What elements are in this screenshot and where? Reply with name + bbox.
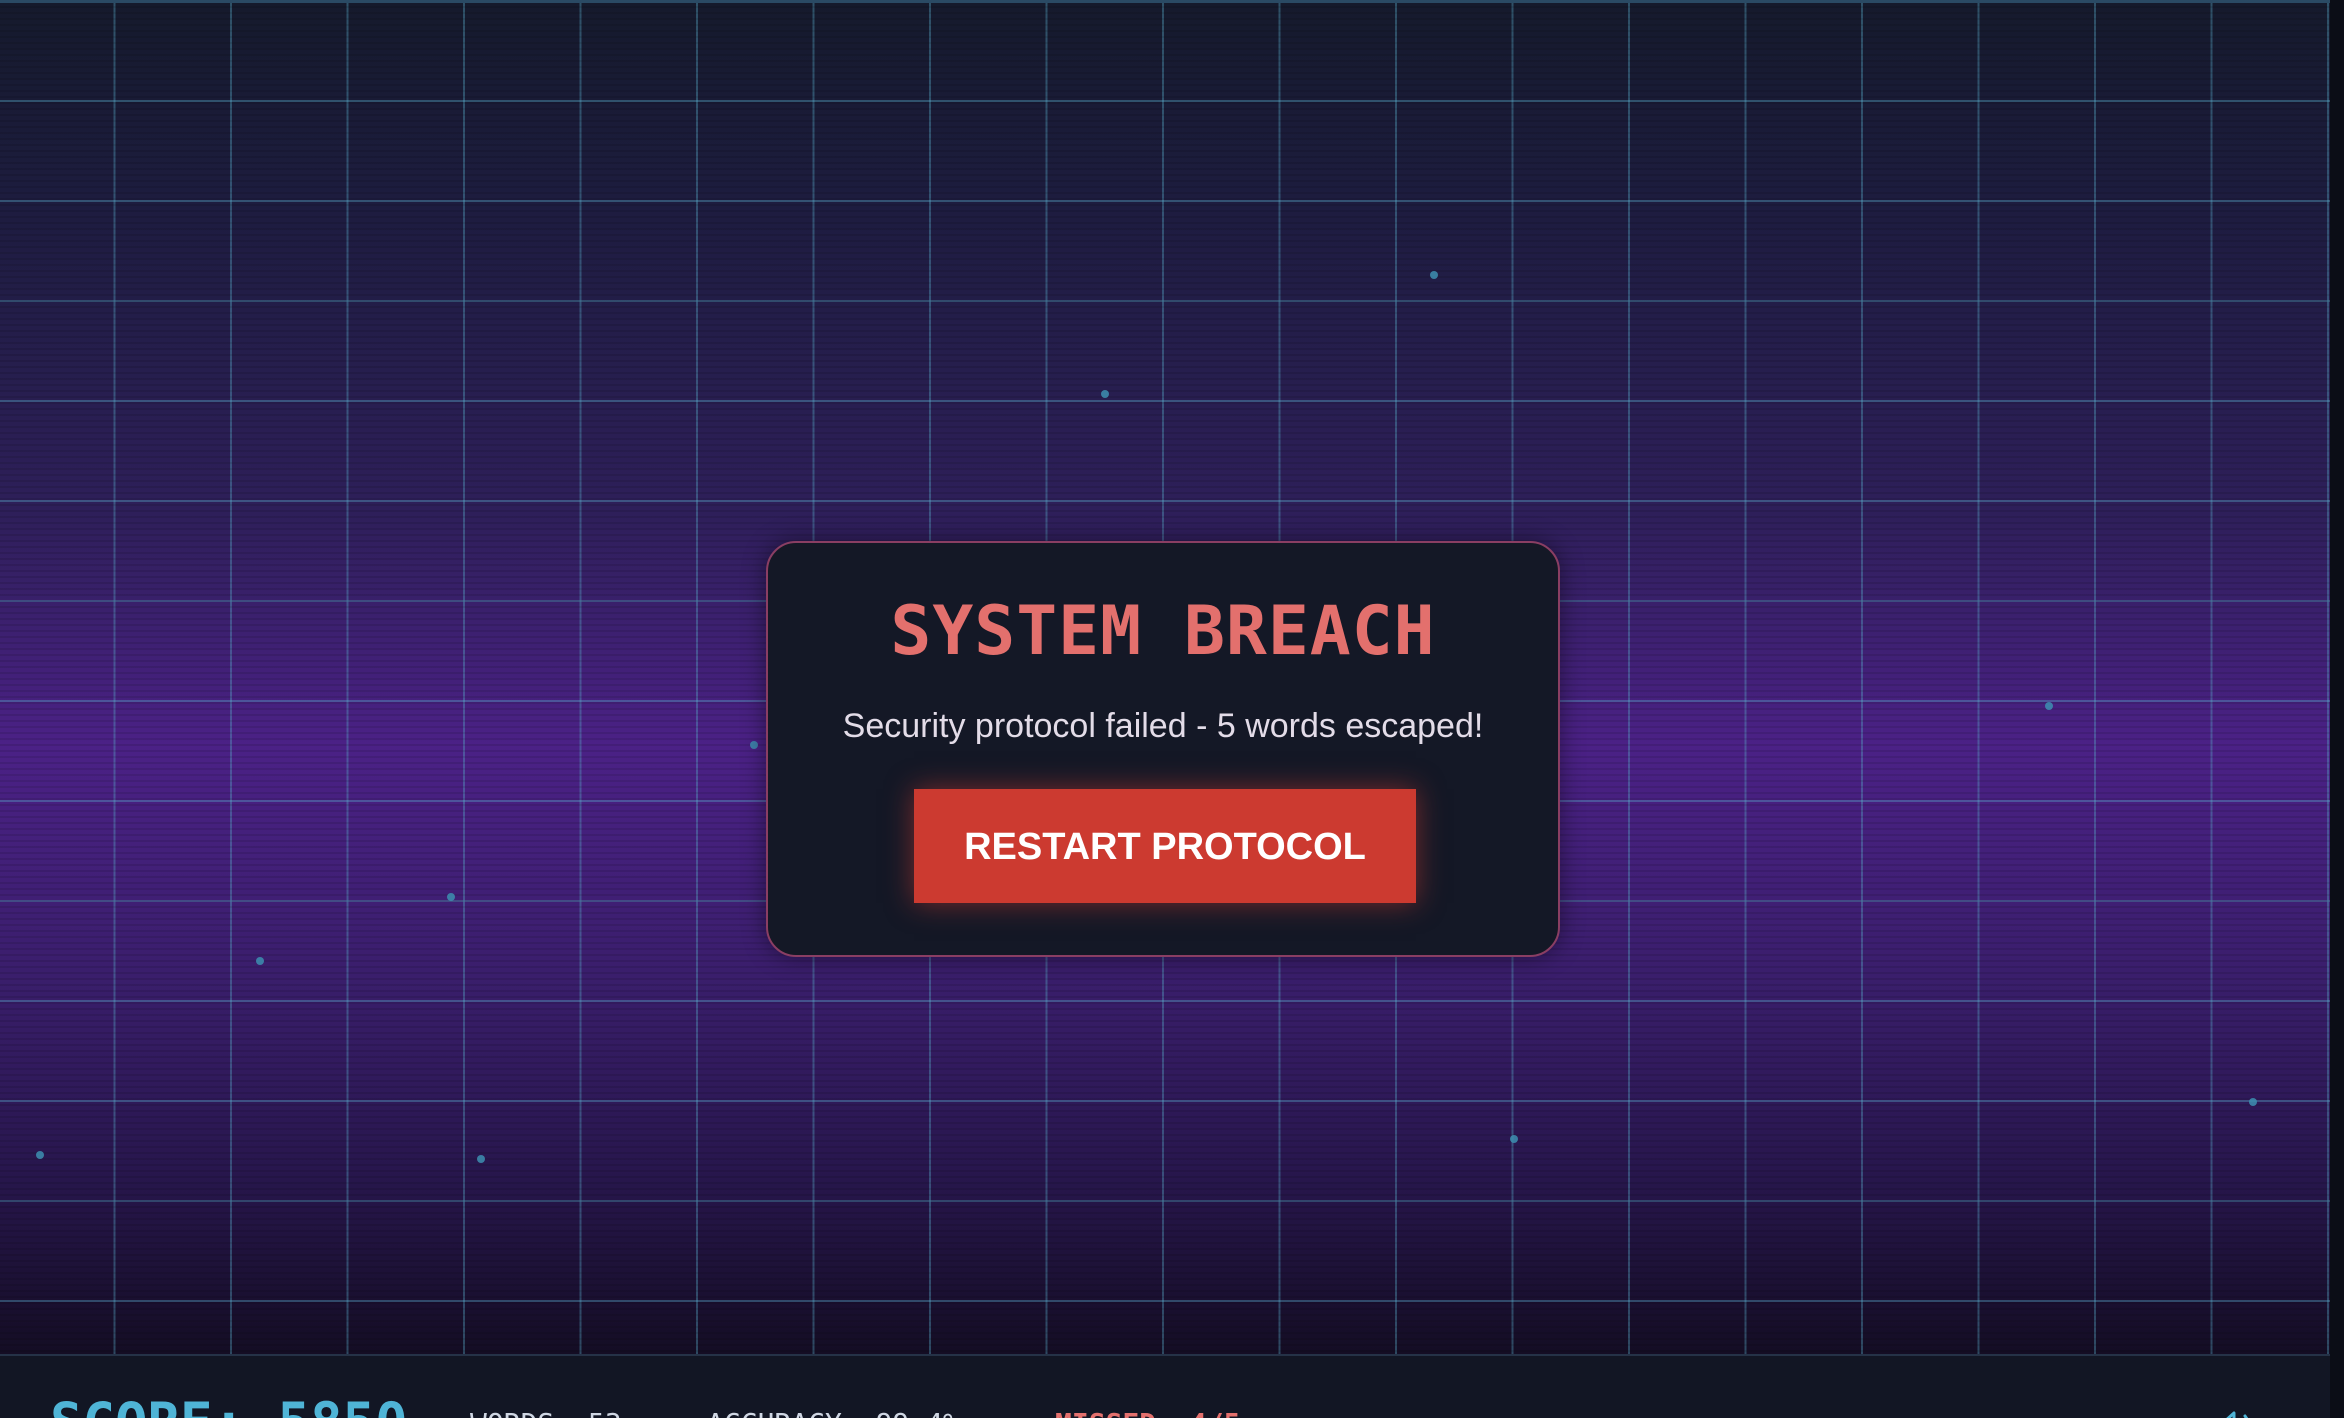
restart-button[interactable]: RESTART PROTOCOL	[914, 789, 1416, 903]
score-display: SCORE: 5850	[50, 1396, 408, 1418]
particle	[2249, 1098, 2257, 1106]
particle	[36, 1151, 44, 1159]
words-count: WORDS: 53	[470, 1410, 622, 1418]
particle	[1510, 1135, 1518, 1143]
particle	[1101, 390, 1109, 398]
particle	[477, 1155, 485, 1163]
game-over-modal: SYSTEM BREACH Security protocol failed -…	[766, 541, 1560, 957]
particle	[447, 893, 455, 901]
top-border	[0, 0, 2330, 3]
game-area: SYSTEM BREACH Security protocol failed -…	[0, 0, 2330, 1354]
scrollbar-gutter	[2330, 0, 2344, 1418]
accuracy-display: ACCURACY: 99.4%	[707, 1410, 960, 1418]
modal-message: Security protocol failed - 5 words escap…	[842, 707, 1484, 745]
particle	[750, 741, 758, 749]
modal-title: SYSTEM BREACH	[890, 592, 1436, 671]
particle	[2045, 702, 2053, 710]
status-bar: SCORE: 5850 WORDS: 53 ACCURACY: 99.4% MI…	[0, 1354, 2330, 1418]
speaker-icon[interactable]	[2212, 1408, 2256, 1418]
particle	[1430, 271, 1438, 279]
missed-count: MISSED: 4/5	[1055, 1410, 1240, 1418]
particle	[256, 957, 264, 965]
